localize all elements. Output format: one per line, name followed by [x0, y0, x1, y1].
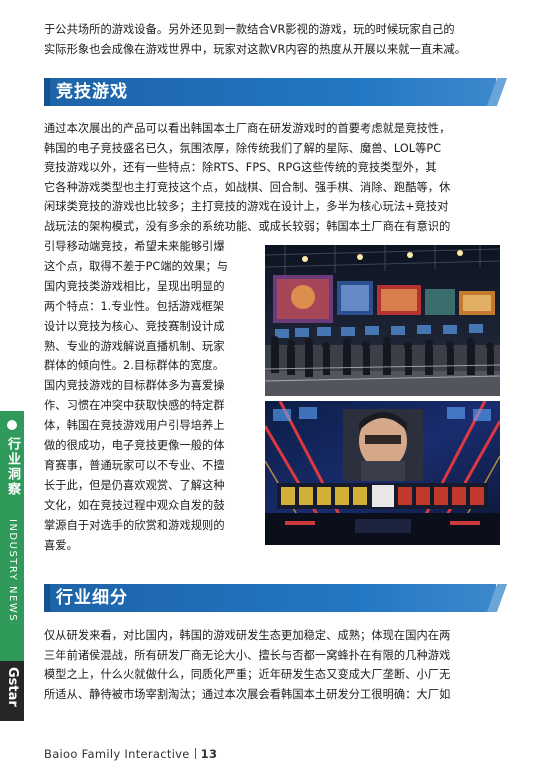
text-line: 战玩法的架构模式，没有多余的系统功能、或成长较弱；韩国本土厂商在有意识的 [44, 219, 451, 233]
page-number: 13 [200, 747, 218, 761]
esports-stage-photo [265, 401, 500, 545]
esports-paragraph-narrow: 引导移动端竞技，希望未来能够引爆 这个点，取得不差于PC端的效果；与 国内竞技类… [44, 237, 258, 556]
side-tab-brand: Gstar [5, 667, 20, 707]
intro-paragraph: 于公共场所的游戏设备。另外还见到一款结合VR影视的游戏，玩的时候玩家自己的 实际… [44, 20, 504, 59]
text-line: 育赛事，普通玩家可以不专业、不擅 [44, 458, 225, 472]
text-line: 体，韩国在竞技游戏用户引导培养上 [44, 419, 225, 433]
side-tab-cn: 行业洞察 [5, 437, 20, 497]
text-line: 两个特点：1.专业性。包括游戏框架 [44, 299, 225, 313]
text-line: 韩国的电子竞技盛名已久，氛围浓厚，除传统我们了解的星际、魔兽、LOL等PC [44, 141, 442, 155]
text-line: 模型之上，什么火就做什么，同质化严重；近年研发生态又变成大厂垄断、小厂无 [44, 668, 451, 682]
text-line: 长于此，但是仍喜欢观赏、了解这种 [44, 478, 225, 492]
text-line: 竞技游戏以外，还有一些特点：除RTS、FPS、RPG这些传统的竞技类型外，其 [44, 161, 437, 175]
text-line: 设计以竞技为核心、竞技赛制设计成 [44, 319, 225, 333]
text-line: 它各种游戏类型也主打竞技这个点，如战棋、回合制、强手棋、消除、跑酷等，休 [44, 180, 451, 194]
section-accent [44, 584, 50, 612]
text-line: 引导移动端竞技，希望未来能够引爆 [44, 240, 225, 253]
bullet-dot [7, 420, 17, 430]
side-tab-brand-block: Gstar [0, 661, 24, 721]
segmentation-paragraph: 仅从研发来看，对比国内，韩国的游戏研发生态更加稳定、成熟；体现在国内在两 三年前… [44, 626, 504, 704]
footer-divider [194, 748, 196, 759]
text-line: 闲球类竞技的游戏也比较多；主打竞技的游戏在设计上，多半为核心玩法+竞技对 [44, 200, 449, 214]
text-line: 实际形象也会成像在游戏世界中，玩家对这款VR内容的热度从开展以来就一直未减。 [44, 42, 466, 56]
text-line: 国内竞技类游戏相比，呈现出明显的 [44, 279, 225, 293]
section-title: 行业细分 [56, 588, 128, 608]
text-line: 掌源自于对选手的欣赏和游戏规则的 [44, 518, 225, 532]
text-line: 通过本次展出的产品可以看出韩国本土厂商在研发游戏时的首要考虑就是竞技性， [44, 122, 451, 135]
text-line: 做的很成功，电子竞技更像一般的体 [44, 439, 225, 453]
text-line: 于公共场所的游戏设备。另外还见到一款结合VR影视的游戏，玩的时候玩家自己的 [44, 23, 455, 36]
side-tab-en: INDUSTRY NEWS [7, 519, 18, 623]
section-header-esports: 竞技游戏 [44, 78, 508, 106]
esports-paragraph: 通过本次展出的产品可以看出韩国本土厂商在研发游戏时的首要考虑就是竞技性， 韩国的… [44, 119, 504, 237]
text-line: 作、习惯在冲突中获取快感的特定群 [44, 399, 225, 413]
text-line: 这个点，取得不差于PC端的效果；与 [44, 259, 229, 273]
side-tab: 行业洞察 INDUSTRY NEWS Gstar [0, 411, 24, 721]
section-accent [44, 78, 50, 106]
text-line: 熟、专业的游戏解说直播机制、玩家 [44, 339, 225, 353]
text-line: 喜爱。 [44, 538, 78, 552]
text-line: 所适从、静待被市场宰割淘汰；通过本次展会看韩国本土研发分工很明确：大厂如 [44, 687, 451, 701]
section-header-segmentation: 行业细分 [44, 584, 508, 612]
text-line: 仅从研发来看，对比国内，韩国的游戏研发生态更加稳定、成熟；体现在国内在两 [44, 629, 451, 642]
text-line: 文化，如在竞技过程中观众自发的鼓 [44, 498, 225, 512]
text-line: 群体的倾向性。2.目标群体的宽度。 [44, 359, 225, 373]
text-line: 三年前诸侯混战，所有研发厂商无论大小、擅长与否都一窝蜂扑在有限的几种游戏 [44, 648, 451, 662]
exhibition-hall-photo [265, 245, 500, 396]
footer-company: Baioo Family Interactive [44, 747, 190, 761]
page-footer: Baioo Family Interactive 13 [44, 747, 217, 761]
text-line: 国内竞技游戏的目标群体多为喜爱操 [44, 379, 225, 393]
section-title: 竞技游戏 [56, 82, 128, 102]
